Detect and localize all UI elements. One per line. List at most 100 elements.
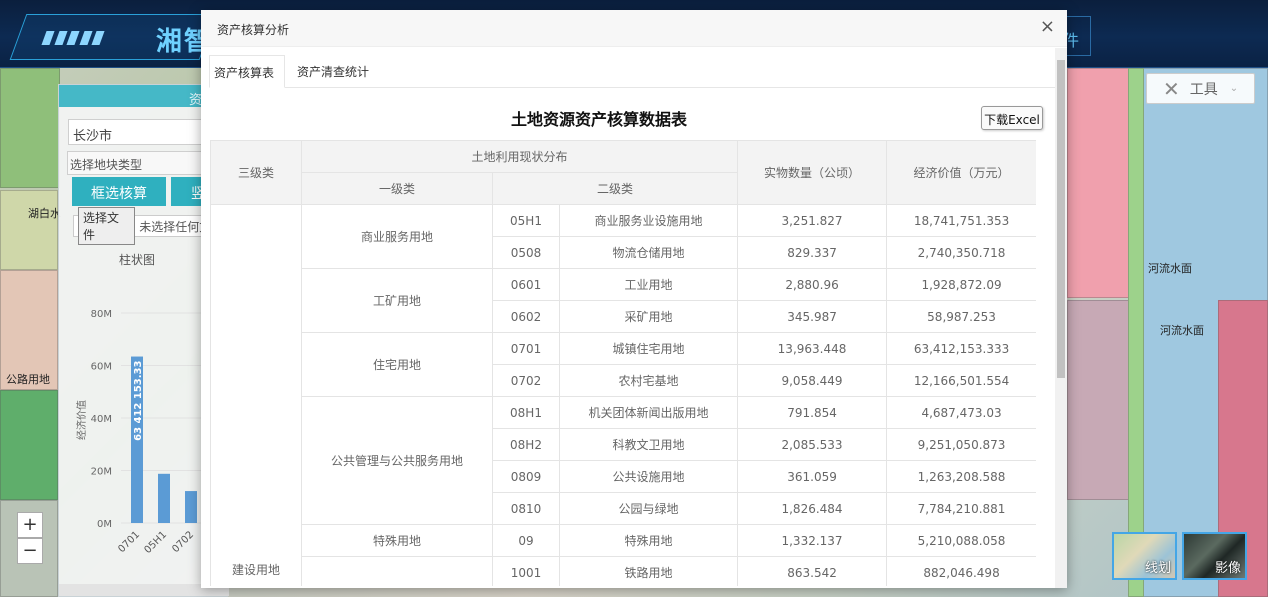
map-label: 河流水面 <box>1160 324 1204 337</box>
cell-code: 1001 <box>492 556 560 586</box>
map-parcel <box>1067 300 1137 500</box>
y-tick-label: 60M <box>91 362 112 373</box>
cell-code: 0809 <box>492 460 560 493</box>
dialog-title: 资产核算分析 <box>217 23 290 37</box>
cell-name: 特殊用地 <box>558 524 739 557</box>
cell-code: 05H1 <box>492 204 560 237</box>
cell-level1: 公共管理与公共服务用地 <box>301 396 493 525</box>
table-row: 特殊用地 09 特殊用地 1,332.137 5,210,088.058 <box>211 524 1036 557</box>
table-container[interactable]: 三级类 土地利用现状分布 实物数量（公顷） 经济价值（万元） 一级类 二级类 建… <box>210 140 1036 586</box>
map-label: 河流水面 <box>1148 262 1192 275</box>
cell-qty: 863.542 <box>737 556 888 586</box>
tab-asset-inventory[interactable]: 资产清查统计 <box>285 55 379 87</box>
cell-val: 4,687,473.03 <box>886 396 1036 429</box>
asset-table: 三级类 土地利用现状分布 实物数量（公顷） 经济价值（万元） 一级类 二级类 建… <box>210 140 1036 586</box>
header-quantity: 实物数量（公顷） <box>737 140 888 205</box>
cell-level1 <box>301 556 493 586</box>
basemap-label: 线划 <box>1144 561 1171 576</box>
cell-qty: 13,963.448 <box>737 332 888 365</box>
y-tick-label: 40M <box>91 414 112 425</box>
y-tick-label: 20M <box>91 467 112 478</box>
cell-qty: 1,332.137 <box>737 524 888 557</box>
cell-name: 公共设施用地 <box>558 460 739 493</box>
cell-val: 882,046.498 <box>886 556 1036 586</box>
cell-level3: 建设用地 <box>210 204 302 586</box>
y-tick-label: 0M <box>97 519 112 530</box>
bar[interactable] <box>185 491 197 523</box>
header-nav-button[interactable]: 件 <box>1063 16 1091 56</box>
data-label: 63 412 153.33 <box>133 361 144 441</box>
select-calc-button[interactable]: 框选核算 <box>72 177 166 206</box>
tools-icon: ✕ <box>1163 76 1180 101</box>
cell-qty: 2,880.96 <box>737 268 888 301</box>
cell-name: 农村宅基地 <box>558 364 739 397</box>
cell-level1: 商业服务用地 <box>301 204 493 269</box>
map-label: 湖白水 <box>28 207 61 220</box>
dialog-tabs: 资产核算表 资产清查统计 <box>209 55 1057 88</box>
scrollbar-thumb[interactable] <box>1057 60 1065 378</box>
cell-qty: 3,251.827 <box>737 204 888 237</box>
x-tick-label: 0701 <box>116 529 142 555</box>
cell-val: 58,987.253 <box>886 300 1036 333</box>
cell-val: 1,928,872.09 <box>886 268 1036 301</box>
bar-chart: 0M 20M 40M 60M 80M 经济价值 0701 05H1 0702 63 412 153… <box>75 309 209 556</box>
tools-button[interactable]: ✕ 工具 ⌄ <box>1146 73 1255 104</box>
app-root: 湖白水 公路用地 河流水面 河流水面 湘智 件 ✕ 工具 ⌄ 资 长沙市 选择地… <box>0 0 1268 597</box>
header-level2: 二级类 <box>491 172 739 205</box>
cell-name: 公园与绿地 <box>558 492 739 525</box>
cell-name: 商业服务业设施用地 <box>558 204 739 237</box>
cell-qty: 345.987 <box>737 300 888 333</box>
download-excel-button[interactable]: 下载Excel <box>981 106 1043 130</box>
cell-name: 铁路用地 <box>558 556 739 586</box>
header-level3: 三级类 <box>210 140 302 205</box>
zoom-in-button[interactable]: + <box>17 512 43 538</box>
city-select[interactable]: 长沙市 <box>68 119 218 145</box>
cell-val: 5,210,088.058 <box>886 524 1036 557</box>
map-bank <box>1128 68 1144 597</box>
bar[interactable] <box>158 473 170 523</box>
cell-val: 18,741,751.353 <box>886 204 1036 237</box>
cell-code: 09 <box>492 524 560 557</box>
zoom-out-button[interactable]: − <box>17 538 43 564</box>
header-value: 经济价值（万元） <box>886 140 1036 205</box>
cell-qty: 9,058.449 <box>737 364 888 397</box>
table-row: 住宅用地 0701 城镇住宅用地 13,963.448 63,412,153.333 <box>211 332 1036 397</box>
cell-name: 城镇住宅用地 <box>558 332 739 365</box>
cell-name: 采矿用地 <box>558 300 739 333</box>
cell-code: 0810 <box>492 492 560 525</box>
x-tick-label: 0702 <box>170 529 196 555</box>
cell-name: 物流仓储用地 <box>558 236 739 269</box>
cell-name: 机关团体新闻出版用地 <box>558 396 739 429</box>
cell-code: 0701 <box>492 332 560 365</box>
cell-code: 08H2 <box>492 428 560 461</box>
basemap-imagery-button[interactable]: 影像 <box>1182 532 1247 580</box>
y-axis-label: 经济价值 <box>75 400 88 440</box>
cell-code: 0601 <box>492 268 560 301</box>
cell-level1: 特殊用地 <box>301 524 493 557</box>
basemap-label: 影像 <box>1214 561 1241 576</box>
cell-code: 0602 <box>492 300 560 333</box>
chevron-down-icon: ⌄ <box>1229 83 1239 94</box>
choose-file-button[interactable]: 选择文件 <box>78 207 136 245</box>
map-parcel <box>1067 68 1137 298</box>
land-type-select[interactable]: 选择地块类型 <box>67 151 217 175</box>
basemap-vector-button[interactable]: 线划 <box>1112 532 1177 580</box>
cell-qty: 791.854 <box>737 396 888 429</box>
table-row: 建设用地 商业服务用地 05H1 商业服务业设施用地 3,251.827 18,741,7… <box>210 204 1036 586</box>
table-row: 1001 铁路用地 863.542 882,046.498 <box>211 556 1036 586</box>
cell-qty: 829.337 <box>737 236 888 269</box>
vertical-scrollbar[interactable] <box>1055 48 1067 588</box>
table-title: 土地资源资产核算数据表 <box>510 110 687 129</box>
header-level1: 一级类 <box>301 172 493 205</box>
cell-name: 科教文卫用地 <box>558 428 739 461</box>
cell-code: 08H1 <box>492 396 560 429</box>
cell-qty: 361.059 <box>737 460 888 493</box>
table-row: 工矿用地 0601 工业用地 2,880.96 1,928,872.09 <box>211 268 1036 333</box>
map-parcel <box>0 68 60 188</box>
close-icon[interactable]: × <box>1040 16 1055 37</box>
cell-val: 9,251,050.873 <box>886 428 1036 461</box>
map-parcel <box>0 190 58 270</box>
tab-asset-table[interactable]: 资产核算表 <box>209 55 286 88</box>
asset-analysis-dialog: 资产核算分析 × 资产核算表 资产清查统计 土地资源资产核算数据表 下载Exce… <box>201 10 1067 588</box>
map-label: 公路用地 <box>6 373 50 386</box>
